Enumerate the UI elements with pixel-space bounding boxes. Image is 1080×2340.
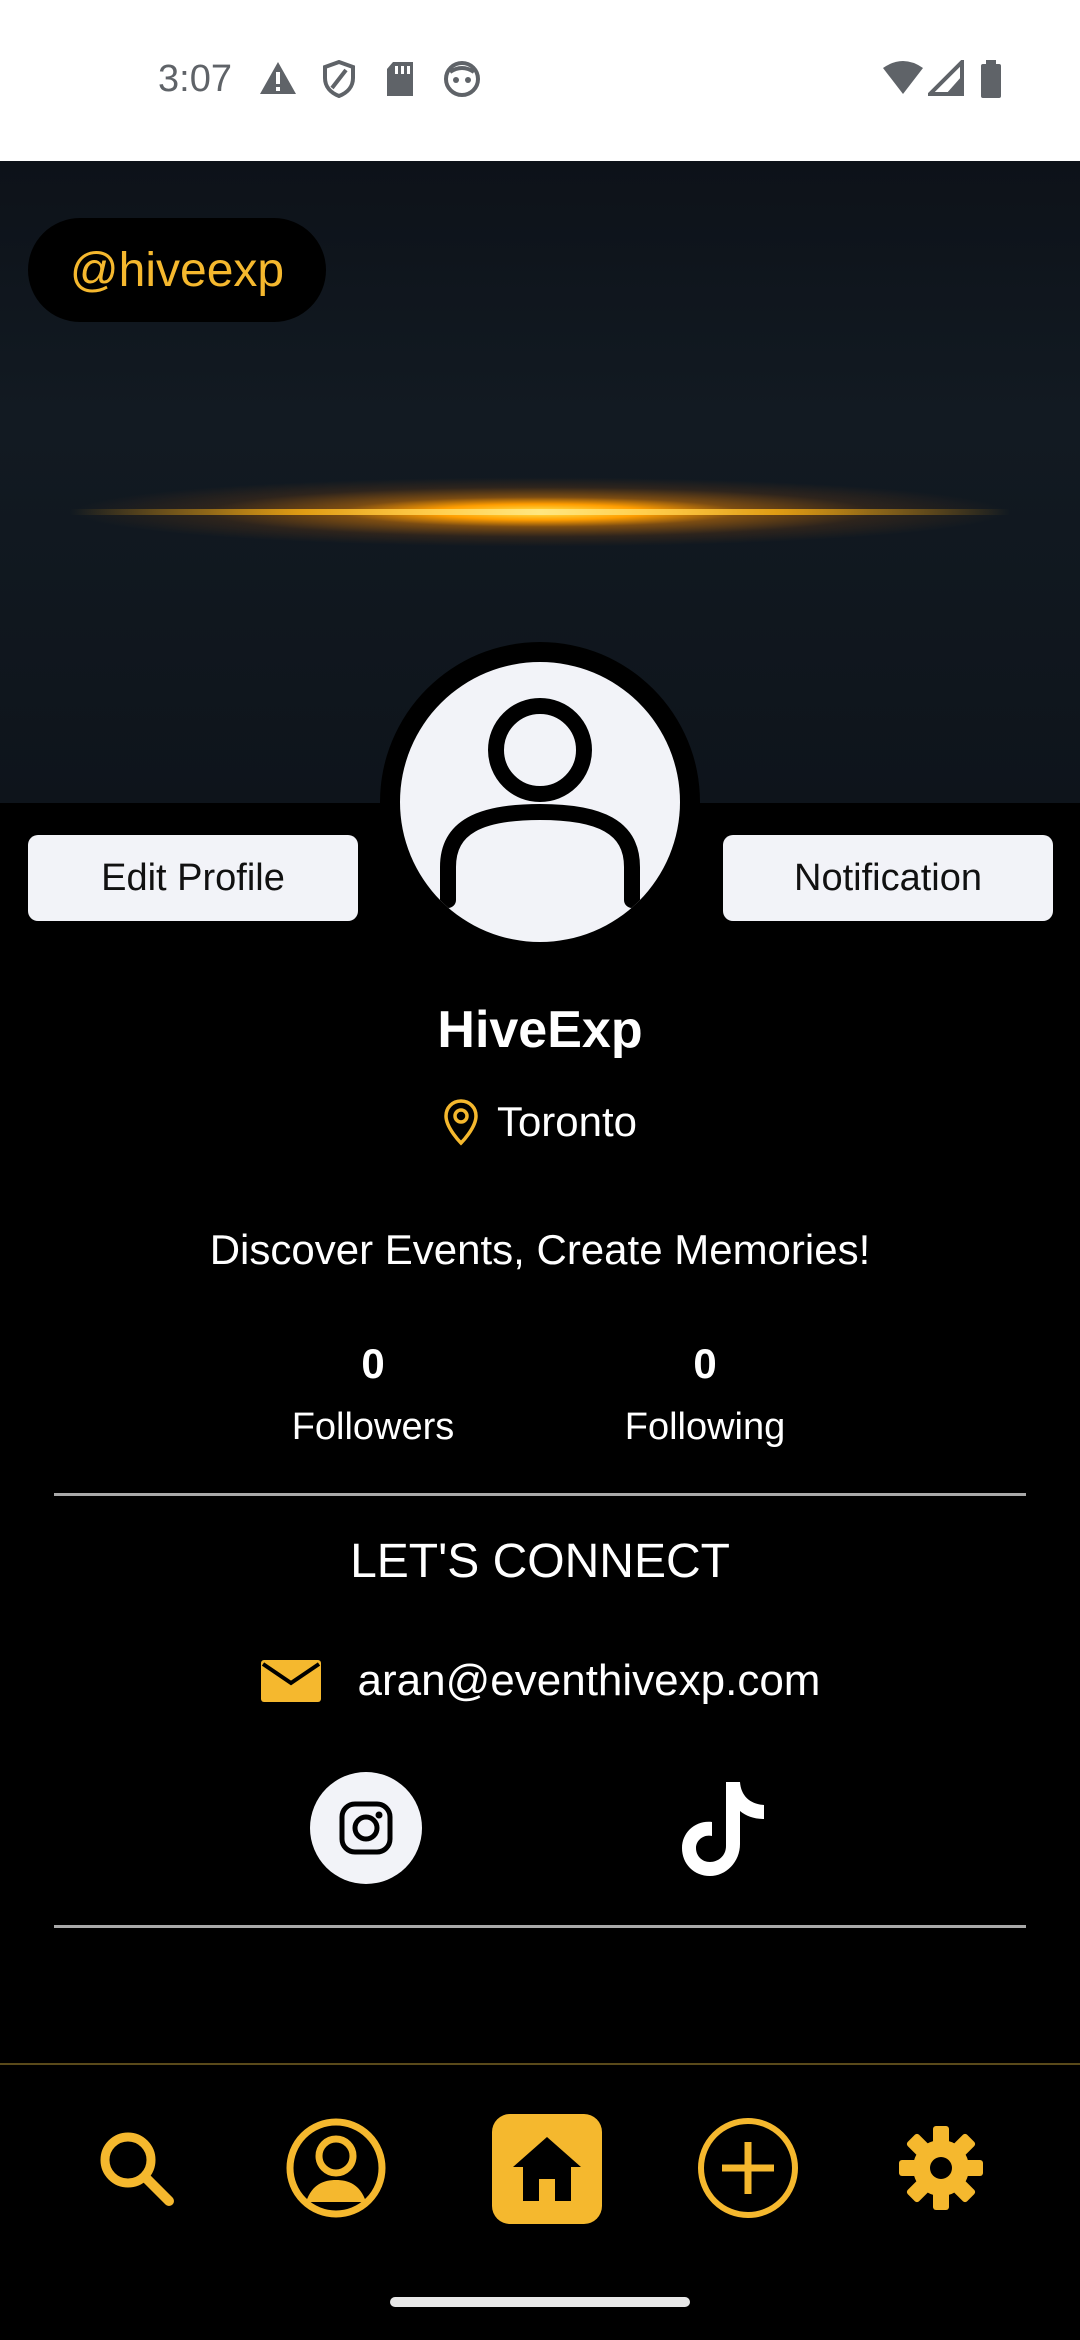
- notification-button[interactable]: Notification: [723, 835, 1053, 921]
- location-pin-icon: [444, 1099, 478, 1146]
- connect-title: LET'S CONNECT: [350, 1535, 730, 1588]
- location-row: Toronto: [0, 1098, 1080, 1146]
- status-time: 3:07: [158, 58, 232, 100]
- profile-name: HiveExp: [437, 1001, 643, 1059]
- add-icon: [698, 2118, 798, 2218]
- avatar[interactable]: [400, 662, 680, 942]
- username-handle: @hiveexp: [28, 218, 326, 322]
- email-row[interactable]: aran@eventhivexp.com: [0, 1656, 1080, 1706]
- following-count: 0: [693, 1340, 717, 1387]
- settings-icon: [899, 2126, 983, 2210]
- edit-profile-button[interactable]: Edit Profile: [28, 835, 358, 921]
- mail-icon: [260, 1660, 321, 1702]
- instagram-button[interactable]: [310, 1772, 422, 1884]
- email-link[interactable]: aran@eventhivexp.com: [358, 1656, 821, 1706]
- home-indicator[interactable]: [390, 2297, 690, 2307]
- signal-icon: [928, 60, 964, 96]
- profile-bio: Discover Events, Create Memories!: [209, 1226, 871, 1273]
- followers-count: 0: [361, 1340, 385, 1387]
- user-silhouette-icon: [440, 698, 640, 908]
- nav-settings-button[interactable]: [885, 2112, 997, 2224]
- following-label: Following: [624, 1406, 786, 1448]
- sd-card-icon: [387, 62, 413, 96]
- following-stat[interactable]: 0 Following: [555, 1340, 855, 1449]
- shield-icon: [323, 60, 355, 98]
- warning-icon: [260, 62, 296, 94]
- location-text: Toronto: [496, 1098, 638, 1145]
- nav-profile-button[interactable]: [280, 2112, 392, 2224]
- tiktok-button[interactable]: [668, 1772, 780, 1884]
- wifi-icon: [883, 61, 923, 94]
- nav-home-button[interactable]: [492, 2114, 602, 2224]
- divider-top: [54, 1493, 1026, 1496]
- nav-add-button[interactable]: [692, 2112, 804, 2224]
- face-icon: [444, 61, 480, 97]
- status-bar: 3:07: [0, 0, 1080, 161]
- followers-label: Followers: [291, 1406, 455, 1448]
- battery-icon: [981, 60, 1001, 98]
- instagram-icon: [339, 1801, 393, 1855]
- home-icon: [513, 2137, 581, 2201]
- search-icon: [100, 2132, 174, 2206]
- followers-stat[interactable]: 0 Followers: [223, 1340, 523, 1449]
- tiktok-icon: [682, 1782, 764, 1876]
- profile-icon: [286, 2118, 386, 2218]
- nav-search-button[interactable]: [80, 2112, 192, 2224]
- banner-light-line: [70, 509, 1010, 515]
- divider-bottom: [54, 1925, 1026, 1928]
